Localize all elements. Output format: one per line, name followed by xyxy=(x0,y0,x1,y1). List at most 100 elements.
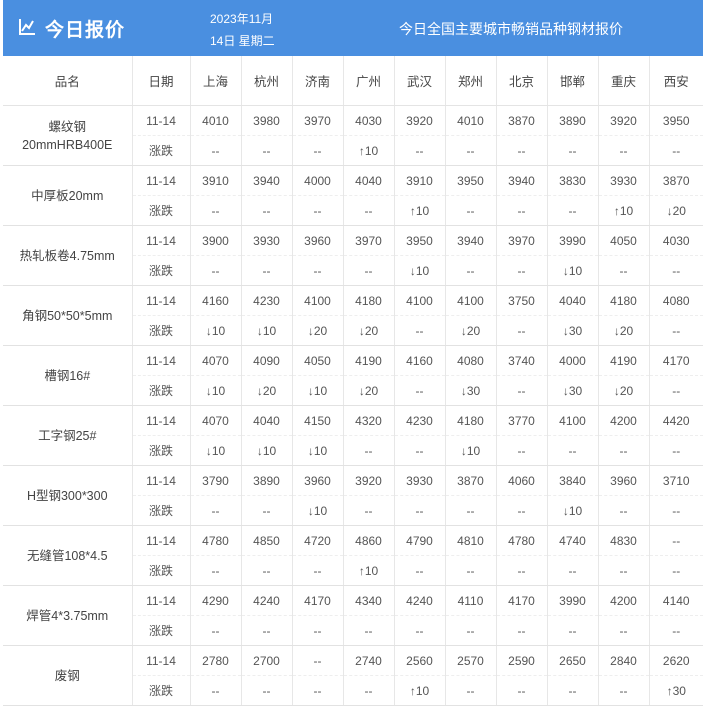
change-cell: ↓10 xyxy=(190,375,242,406)
header-bar: 今日报价 2023年11月 14日 星期二 今日全国主要城市畅销品种钢材报价 xyxy=(3,0,703,56)
price-cell: 4070 xyxy=(190,345,242,376)
change-cell: -- xyxy=(190,135,242,166)
product-name: 角钢50*50*5mm xyxy=(3,285,133,346)
price-cell: 2620 xyxy=(649,645,703,676)
price-cell: 3940 xyxy=(241,165,293,196)
price-cell: 4110 xyxy=(445,585,497,616)
change-cell: -- xyxy=(394,135,446,166)
change-cell: ↓10 xyxy=(547,495,599,526)
change-cell: -- xyxy=(292,555,344,586)
product-name: 热轧板卷4.75mm xyxy=(3,225,133,286)
price-cell: 3770 xyxy=(496,405,548,436)
product-name-line: 废钢 xyxy=(54,668,80,683)
price-cell: 3920 xyxy=(343,465,395,496)
change-cell: -- xyxy=(241,555,293,586)
price-cell: 4190 xyxy=(598,345,650,376)
change-cell: -- xyxy=(496,195,548,226)
price-cell: 4180 xyxy=(598,285,650,316)
date-cell: 11-14 xyxy=(132,165,191,196)
change-cell: -- xyxy=(343,195,395,226)
price-cell: 4040 xyxy=(241,405,293,436)
change-cell: -- xyxy=(598,135,650,166)
price-cell: 3920 xyxy=(394,105,446,136)
change-cell: -- xyxy=(343,675,395,706)
column-header: 杭州 xyxy=(241,56,293,106)
price-cell: 4040 xyxy=(343,165,395,196)
date-cell: 11-14 xyxy=(132,645,191,676)
product-name: 中厚板20mm xyxy=(3,165,133,226)
page-title: 今日报价 xyxy=(45,20,126,41)
price-cell: 4320 xyxy=(343,405,395,436)
change-cell: -- xyxy=(190,255,242,286)
price-cell: 3930 xyxy=(394,465,446,496)
price-cell: 3870 xyxy=(649,165,703,196)
change-cell: -- xyxy=(292,615,344,646)
price-cell: 4160 xyxy=(394,345,446,376)
change-cell: ↓30 xyxy=(547,375,599,406)
column-header: 上海 xyxy=(190,56,242,106)
column-header: 西安 xyxy=(649,56,703,106)
price-cell: 4810 xyxy=(445,525,497,556)
change-cell: -- xyxy=(394,375,446,406)
product-name: 槽钢16# xyxy=(3,345,133,406)
price-cell: 3910 xyxy=(190,165,242,196)
change-cell: -- xyxy=(241,495,293,526)
change-cell: ↓10 xyxy=(547,255,599,286)
price-cell: 4170 xyxy=(496,585,548,616)
change-cell: -- xyxy=(394,495,446,526)
price-cell: 4180 xyxy=(445,405,497,436)
date-day: 14日 星期二 xyxy=(210,34,275,48)
price-cell: 4200 xyxy=(598,405,650,436)
change-cell: ↓10 xyxy=(190,315,242,346)
change-cell: ↓30 xyxy=(445,375,497,406)
product-name: 螺纹钢 20mmHRB400E xyxy=(3,105,133,166)
price-cell: 2740 xyxy=(343,645,395,676)
price-cell: 4240 xyxy=(241,585,293,616)
price-cell: 3960 xyxy=(292,225,344,256)
price-cell: 4040 xyxy=(547,285,599,316)
change-label: 涨跌 xyxy=(132,135,191,166)
change-cell: -- xyxy=(598,555,650,586)
price-cell: 4740 xyxy=(547,525,599,556)
price-cell: 4860 xyxy=(343,525,395,556)
price-cell: 3970 xyxy=(292,105,344,136)
change-label: 涨跌 xyxy=(132,375,191,406)
change-label: 涨跌 xyxy=(132,675,191,706)
change-cell: -- xyxy=(496,675,548,706)
change-cell: ↑10 xyxy=(343,555,395,586)
price-table: 品名 日期 上海 杭州 济南 广州 武汉 郑州 北京 邯郸 重庆 西安 螺纹钢 20mmHRB400E 1… xyxy=(3,56,703,706)
price-cell: 4000 xyxy=(547,345,599,376)
change-cell: -- xyxy=(598,495,650,526)
change-cell: -- xyxy=(394,315,446,346)
column-header: 日期 xyxy=(132,56,191,106)
change-cell: -- xyxy=(292,195,344,226)
price-cell: 4150 xyxy=(292,405,344,436)
change-cell: -- xyxy=(649,555,703,586)
change-cell: -- xyxy=(598,255,650,286)
change-cell: ↑10 xyxy=(598,195,650,226)
change-cell: -- xyxy=(598,675,650,706)
date-cell: 11-14 xyxy=(132,105,191,136)
change-label: 涨跌 xyxy=(132,195,191,226)
change-cell: -- xyxy=(343,255,395,286)
change-cell: -- xyxy=(547,675,599,706)
change-cell: ↑10 xyxy=(343,135,395,166)
product-name-line: 无缝管108*4.5 xyxy=(26,548,108,563)
product-name: 工字钢25# xyxy=(3,405,133,466)
price-cell: 4420 xyxy=(649,405,703,436)
date-cell: 11-14 xyxy=(132,345,191,376)
change-cell: -- xyxy=(496,315,548,346)
change-cell: -- xyxy=(292,255,344,286)
product-name-line: H型钢300*300 xyxy=(26,488,108,503)
price-cell: 4010 xyxy=(445,105,497,136)
change-cell: -- xyxy=(496,495,548,526)
change-cell: ↓10 xyxy=(190,435,242,466)
change-cell: -- xyxy=(445,555,497,586)
change-cell: -- xyxy=(292,135,344,166)
price-cell: 3940 xyxy=(496,165,548,196)
product-name-line: 热轧板卷4.75mm xyxy=(19,248,115,263)
product-name-line: 20mmHRB400E xyxy=(22,137,113,152)
price-cell: 4850 xyxy=(241,525,293,556)
change-cell: -- xyxy=(649,495,703,526)
price-cell: -- xyxy=(292,645,344,676)
